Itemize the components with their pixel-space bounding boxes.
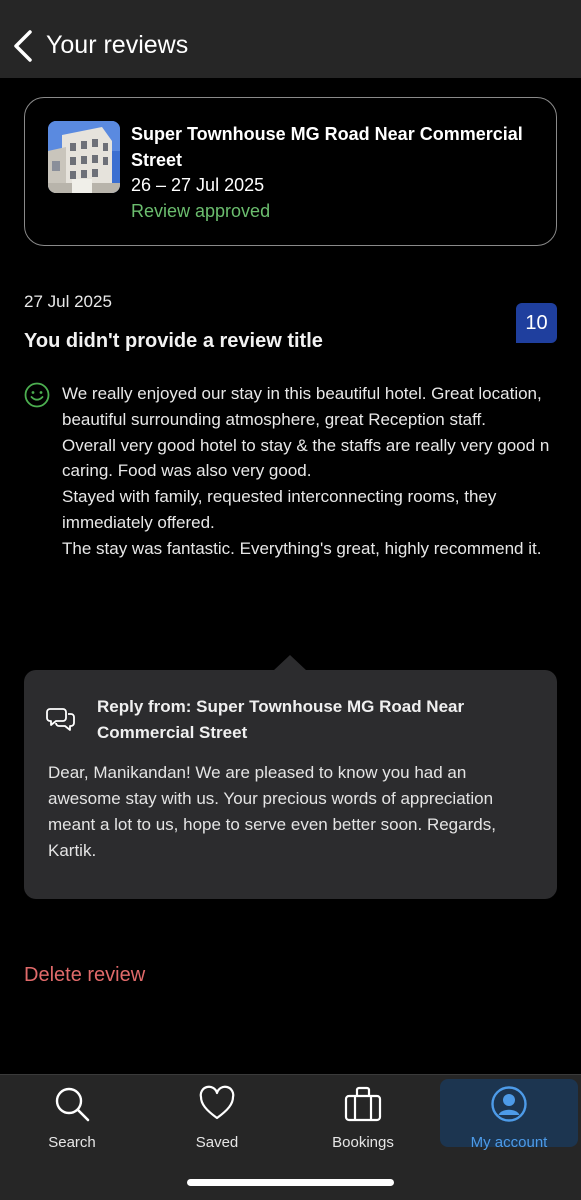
- account-icon: [491, 1086, 527, 1122]
- briefcase-icon: [344, 1086, 382, 1122]
- review-paragraph: We really enjoyed our stay in this beaut…: [62, 384, 542, 429]
- smiley-icon: [24, 382, 50, 408]
- review-paragraph: The stay was fantastic. Everything's gre…: [62, 538, 542, 558]
- search-icon: [55, 1087, 90, 1122]
- nav-label: Saved: [195, 1134, 239, 1151]
- nav-label: Bookings: [332, 1134, 394, 1151]
- reply-text: Dear, Manikandan! We are pleased to know…: [48, 763, 496, 860]
- heart-icon: [199, 1085, 235, 1120]
- nav-label: My account: [470, 1134, 548, 1151]
- reply-heading: Reply from: Super Townhouse MG Road Near…: [97, 697, 465, 742]
- nav-search[interactable]: Search: [3, 1079, 141, 1151]
- review-paragraph: Overall very good hotel to stay & the st…: [62, 435, 550, 481]
- chat-bubbles-icon: [46, 704, 76, 734]
- delete-review-button[interactable]: Delete review: [24, 964, 145, 987]
- review-date: 27 Jul 2025: [24, 292, 112, 311]
- hotel-thumbnail: [48, 121, 120, 193]
- review-status: Review approved: [131, 201, 271, 221]
- reply-pointer: [273, 655, 307, 671]
- app-header: Your reviews: [0, 0, 581, 78]
- review-title: You didn't provide a review title: [24, 330, 323, 352]
- nav-saved[interactable]: Saved: [148, 1079, 286, 1151]
- score-badge: 10: [516, 303, 557, 343]
- nav-label: Search: [48, 1134, 96, 1151]
- property-name: Super Townhouse MG Road Near Commercial …: [131, 124, 523, 170]
- reviews-page: Your reviews Super Townhouse MG Road Nea…: [0, 0, 581, 1200]
- stay-dates: 26 – 27 Jul 2025: [131, 175, 265, 195]
- property-card[interactable]: Super Townhouse MG Road Near Commercial …: [24, 97, 557, 246]
- home-indicator[interactable]: [187, 1179, 394, 1186]
- review-body: We really enjoyed our stay in this beaut…: [62, 381, 562, 562]
- property-reply: Reply from: Super Townhouse MG Road Near…: [24, 670, 557, 899]
- review-paragraph: Stayed with family, requested interconne…: [62, 487, 497, 532]
- nav-my-account[interactable]: My account: [440, 1079, 578, 1151]
- page-title: Your reviews: [46, 31, 189, 59]
- back-button[interactable]: [10, 28, 36, 64]
- nav-bookings[interactable]: Bookings: [294, 1079, 432, 1151]
- chevron-left-icon: [14, 30, 32, 62]
- hotel-image: [48, 121, 120, 193]
